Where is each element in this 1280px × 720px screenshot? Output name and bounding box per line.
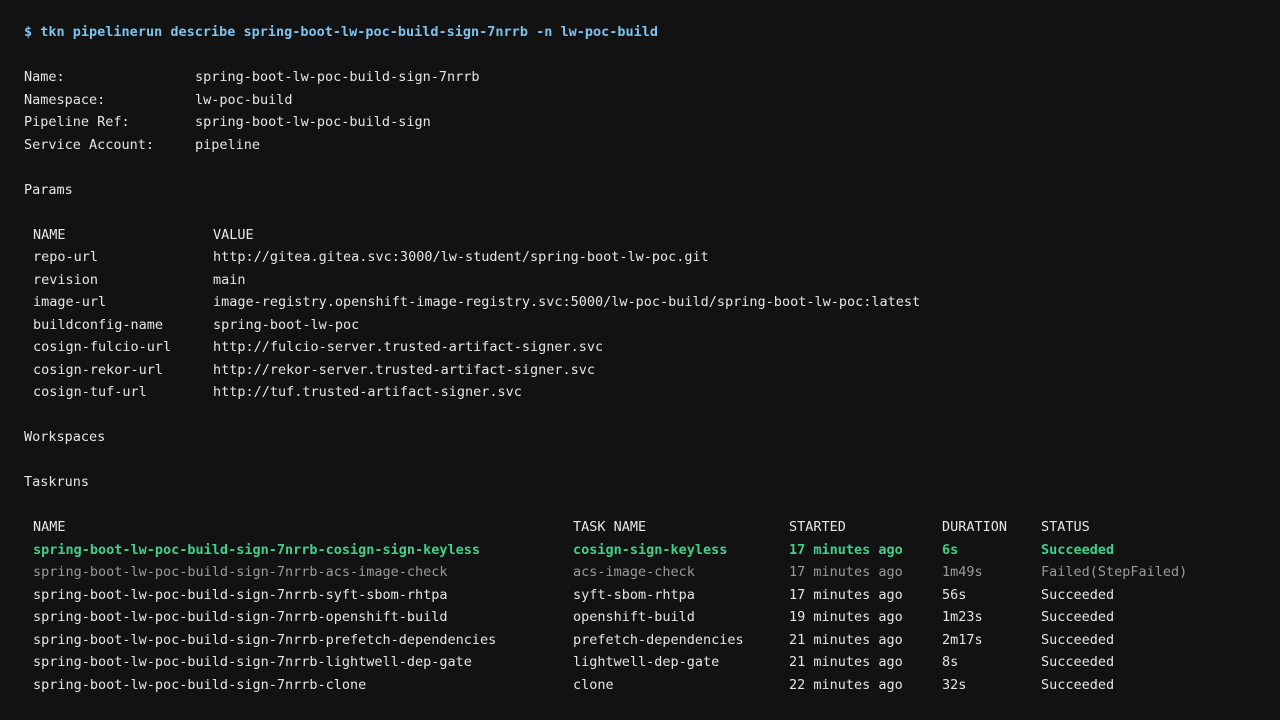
param-name: image-url [33,294,107,310]
taskrun-started: 22 minutes ago [789,677,903,693]
taskrun-started: 17 minutes ago [789,587,903,603]
taskrun-row: spring-boot-lw-poc-build-sign-7nrrb-syft… [24,584,1114,607]
taskruns-header-row: NAME TASK NAME STARTED DURATION STATUS [24,516,1090,539]
workspaces-section-title: Workspaces [24,429,106,445]
taskrun-duration: 6s [942,542,959,558]
taskrun-name: spring-boot-lw-poc-build-sign-7nrrb-syft… [33,587,448,603]
taskrun-task-name: openshift-build [573,609,695,625]
taskrun-task-name: prefetch-dependencies [573,632,744,648]
param-name: revision [33,272,99,288]
params-row: cosign-rekor-url http://rekor-server.tru… [24,359,595,382]
taskrun-row: spring-boot-lw-poc-build-sign-7nrrb-acs-… [24,561,1187,584]
taskrun-name: spring-boot-lw-poc-build-sign-7nrrb-clon… [33,677,367,693]
taskrun-row: spring-boot-lw-poc-build-sign-7nrrb-cosi… [24,539,1114,562]
taskrun-row: spring-boot-lw-poc-build-sign-7nrrb-pref… [24,629,1114,652]
params-row: cosign-tuf-url http://tuf.trusted-artifa… [24,381,522,404]
params-section-title: Params [24,182,73,198]
info-row-namespace: Namespace: lw-poc-build [24,89,293,112]
info-row-name: Name: spring-boot-lw-poc-build-sign-7nrr… [24,66,479,89]
taskrun-started: 21 minutes ago [789,654,903,670]
command-text: tkn pipelinerun describe spring-boot-lw-… [40,24,658,40]
params-row: buildconfig-name spring-boot-lw-poc [24,314,359,337]
params-row: repo-url http://gitea.gitea.svc:3000/lw-… [24,246,709,269]
taskrun-status: Succeeded [1041,609,1115,625]
taskrun-name: spring-boot-lw-poc-build-sign-7nrrb-pref… [33,632,497,648]
taskrun-status: Succeeded [1041,542,1115,558]
terminal-window: $ tkn pipelinerun describe spring-boot-l… [0,0,1280,720]
taskrun-row: spring-boot-lw-poc-build-sign-7nrrb-open… [24,606,1114,629]
info-value: lw-poc-build [195,92,293,108]
taskrun-name: spring-boot-lw-poc-build-sign-7nrrb-ligh… [33,654,472,670]
taskrun-status: Succeeded [1041,654,1115,670]
taskrun-status: Succeeded [1041,632,1115,648]
prompt-symbol: $ [24,24,33,40]
param-name: cosign-tuf-url [33,384,147,400]
params-header-value: VALUE [213,227,254,243]
taskrun-duration: 32s [942,677,967,693]
taskrun-status: Failed(StepFailed) [1041,564,1188,580]
info-row-pipeline-ref: Pipeline Ref: spring-boot-lw-poc-build-s… [24,111,431,134]
taskruns-header-name: NAME [33,519,66,535]
taskrun-started: 17 minutes ago [789,564,903,580]
param-value: image-registry.openshift-image-registry.… [213,294,921,310]
taskrun-row: spring-boot-lw-poc-build-sign-7nrrb-ligh… [24,651,1114,674]
taskruns-header-status: STATUS [1041,519,1090,535]
taskrun-started: 21 minutes ago [789,632,903,648]
info-key: Namespace: [24,92,106,108]
command-line: $ tkn pipelinerun describe spring-boot-l… [24,21,658,44]
params-row: revision main [24,269,246,292]
param-value: spring-boot-lw-poc [213,317,360,333]
info-value: spring-boot-lw-poc-build-sign [195,114,431,130]
params-row: cosign-fulcio-url http://fulcio-server.t… [24,336,603,359]
taskrun-name: spring-boot-lw-poc-build-sign-7nrrb-acs-… [33,564,448,580]
taskrun-started: 17 minutes ago [789,542,903,558]
taskrun-name: spring-boot-lw-poc-build-sign-7nrrb-open… [33,609,448,625]
taskrun-task-name: clone [573,677,614,693]
param-value: http://fulcio-server.trusted-artifact-si… [213,339,604,355]
param-value: http://tuf.trusted-artifact-signer.svc [213,384,522,400]
taskrun-task-name: acs-image-check [573,564,695,580]
info-key: Service Account: [24,137,155,153]
taskrun-duration: 8s [942,654,959,670]
taskrun-task-name: lightwell-dep-gate [573,654,720,670]
taskrun-status: Succeeded [1041,587,1115,603]
taskrun-name: spring-boot-lw-poc-build-sign-7nrrb-cosi… [33,542,481,558]
param-name: buildconfig-name [33,317,164,333]
taskruns-header-started: STARTED [789,519,846,535]
params-header-row: NAME VALUE [24,224,254,247]
taskrun-duration: 2m17s [942,632,983,648]
param-value: http://gitea.gitea.svc:3000/lw-student/s… [213,249,709,265]
info-key: Name: [24,69,65,85]
taskrun-duration: 1m23s [942,609,983,625]
params-header-name: NAME [33,227,66,243]
param-name: cosign-fulcio-url [33,339,172,355]
param-name: cosign-rekor-url [33,362,164,378]
info-value: spring-boot-lw-poc-build-sign-7nrrb [195,69,480,85]
info-row-service-account: Service Account: pipeline [24,134,260,157]
taskrun-duration: 1m49s [942,564,983,580]
taskrun-started: 19 minutes ago [789,609,903,625]
taskrun-task-name: cosign-sign-keyless [573,542,728,558]
info-value: pipeline [195,137,261,153]
info-key: Pipeline Ref: [24,114,130,130]
taskrun-status: Succeeded [1041,677,1115,693]
taskrun-duration: 56s [942,587,967,603]
param-value: http://rekor-server.trusted-artifact-sig… [213,362,596,378]
taskruns-section-title: Taskruns [24,474,90,490]
param-name: repo-url [33,249,99,265]
taskrun-task-name: syft-sbom-rhtpa [573,587,695,603]
taskruns-header-task: TASK NAME [573,519,647,535]
taskrun-row: spring-boot-lw-poc-build-sign-7nrrb-clon… [24,674,1114,697]
params-row: image-url image-registry.openshift-image… [24,291,920,314]
taskruns-header-duration: DURATION [942,519,1008,535]
param-value: main [213,272,246,288]
